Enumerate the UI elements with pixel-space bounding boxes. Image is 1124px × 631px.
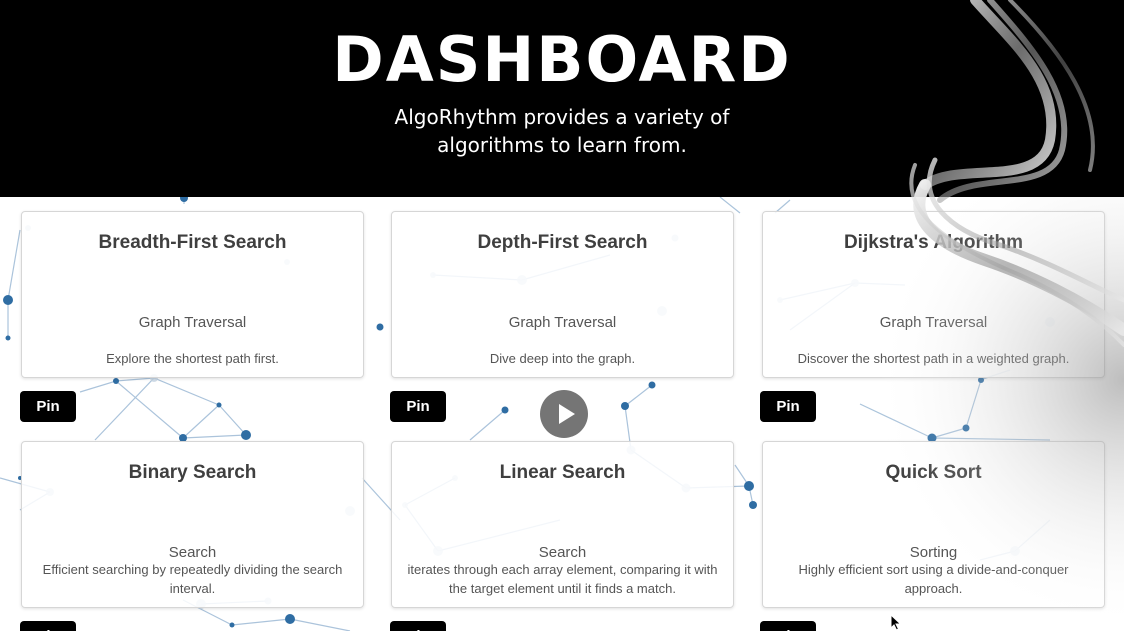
page-title: DASHBOARD [332, 23, 792, 96]
pin-button-dfs[interactable]: Pin [390, 391, 446, 422]
card-title: Binary Search [128, 462, 257, 483]
pin-button-bfs[interactable]: Pin [20, 391, 76, 422]
card-description: Highly efficient sort using a divide-and… [798, 562, 1069, 596]
algorithm-card-quick-sort[interactable]: Quick Sort Sorting Highly efficient sort… [762, 441, 1105, 608]
play-icon [559, 404, 575, 424]
card-description: Explore the shortest path first. [106, 351, 279, 366]
card-title: Breadth-First Search [98, 232, 287, 253]
page-subtitle: AlgoRhythm provides a variety of algorit… [394, 105, 730, 157]
algorithm-card-dfs[interactable]: Depth-First Search Graph Traversal Dive … [391, 211, 734, 378]
card-description: iterates through each array element, com… [407, 562, 718, 596]
card-description: Efficient searching by repeatedly dividi… [42, 562, 343, 596]
card-category: Graph Traversal [508, 314, 617, 331]
card-description: Discover the shortest path in a weighted… [797, 351, 1070, 366]
algorithm-card-binary-search[interactable]: Binary Search Search Efficient searching… [21, 441, 364, 608]
card-description: Dive deep into the graph. [489, 351, 636, 366]
pin-button-binary-search[interactable]: Pin [20, 621, 76, 631]
algorithm-card-bfs[interactable]: Breadth-First Search Graph Traversal Exp… [21, 211, 364, 378]
algorithm-card-dijkstra[interactable]: Dijkstra's Algorithm Graph Traversal Dis… [762, 211, 1105, 378]
card-title: Linear Search [499, 462, 626, 483]
card-category: Search [168, 544, 217, 561]
card-title: Depth-First Search [477, 232, 648, 253]
card-title: Quick Sort [885, 462, 982, 483]
card-category: Graph Traversal [879, 314, 988, 331]
cursor-icon [890, 614, 902, 631]
pin-button-dijkstra[interactable]: Pin [760, 391, 816, 422]
play-button[interactable] [540, 390, 588, 438]
pin-button-linear-search[interactable]: Pin [390, 621, 446, 631]
card-title: Dijkstra's Algorithm [843, 232, 1024, 253]
pin-button-quick-sort[interactable]: Pin [760, 621, 816, 631]
card-category: Search [538, 544, 587, 561]
card-category: Graph Traversal [138, 314, 247, 331]
card-category: Sorting [909, 544, 958, 561]
algorithm-card-linear-search[interactable]: Linear Search Search iterates through ea… [391, 441, 734, 608]
page-header: DASHBOARD AlgoRhythm provides a variety … [0, 0, 1124, 197]
